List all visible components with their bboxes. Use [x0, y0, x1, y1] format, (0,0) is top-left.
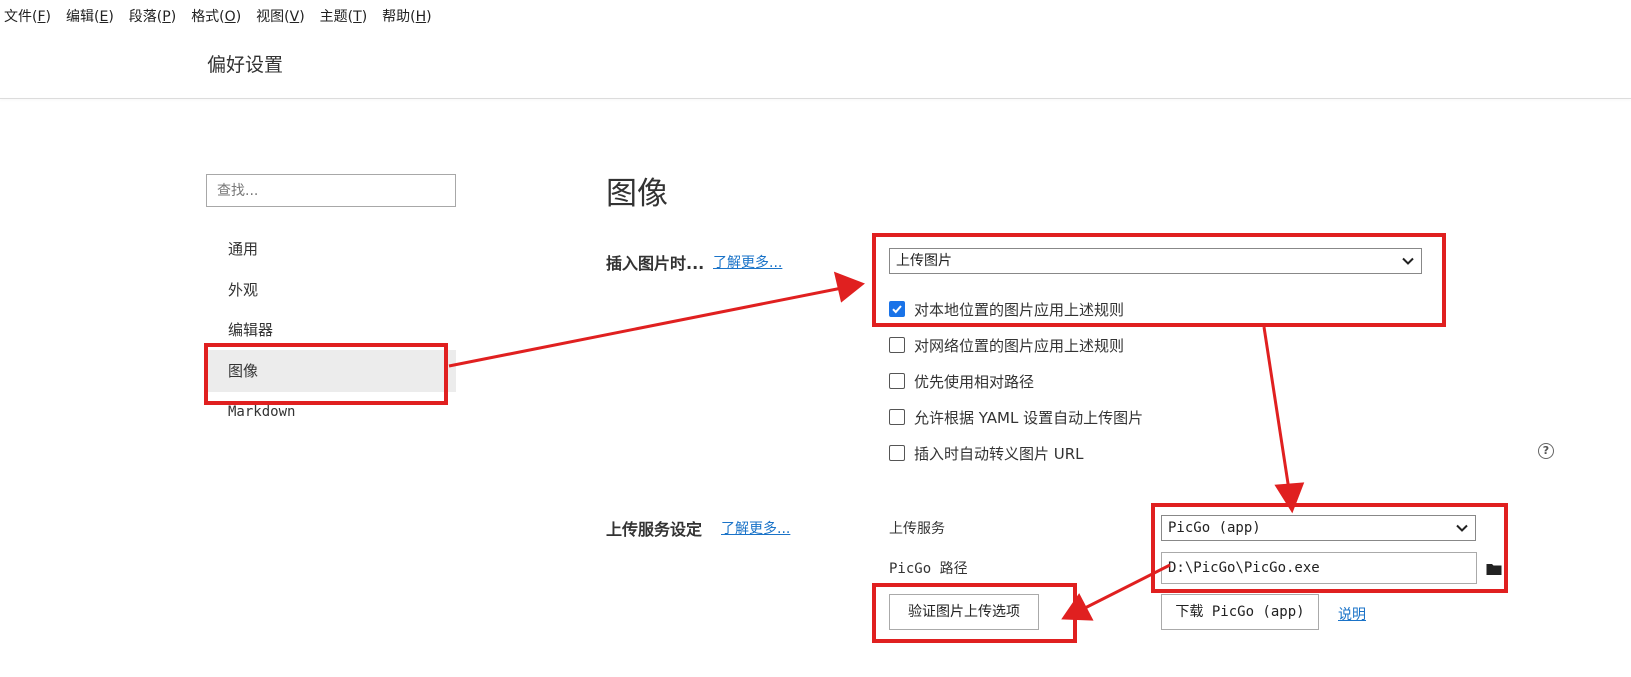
arrow-to-upload-service	[1262, 326, 1291, 491]
upload-service-label: 上传服务设定	[606, 520, 703, 539]
option-apply-network[interactable]: 对网络位置的图片应用上述规则	[889, 334, 1124, 356]
header-divider	[0, 98, 1631, 99]
menu-paragraph[interactable]: 段落(P)	[129, 6, 176, 30]
search-input[interactable]	[206, 174, 456, 207]
menu-help[interactable]: 帮助(H)	[382, 6, 431, 30]
menu-theme[interactable]: 主题(T)	[320, 6, 368, 30]
option-relative-path[interactable]: 优先使用相对路径	[889, 370, 1034, 392]
sidebar-item-appearance[interactable]: 外观	[206, 269, 456, 311]
checkbox[interactable]	[889, 373, 905, 389]
menu-file[interactable]: 文件(F)	[4, 6, 51, 30]
menu-edit[interactable]: 编辑(E)	[66, 6, 114, 30]
help-icon[interactable]: ?	[1538, 443, 1554, 459]
insert-learn-more-link[interactable]: 了解更多...	[713, 252, 782, 272]
explain-link[interactable]: 说明	[1338, 604, 1366, 624]
menu-bar: 文件(F) 编辑(E) 段落(P) 格式(O) 视图(V) 主题(T) 帮助(H…	[0, 6, 447, 30]
picgo-path-label: PicGo 路径	[889, 561, 968, 577]
option-label: 插入时自动转义图片 URL	[914, 444, 1084, 463]
checkbox[interactable]	[889, 445, 905, 461]
annotation-box-insert-settings	[872, 233, 1446, 327]
arrow-head	[833, 271, 865, 303]
annotation-box-verify-button	[872, 583, 1077, 643]
page-title: 偏好设置	[207, 54, 284, 76]
annotation-box-sidebar-image	[204, 343, 448, 405]
option-escape-url[interactable]: 插入时自动转义图片 URL	[889, 442, 1084, 464]
download-picgo-button[interactable]: 下载 PicGo (app)	[1161, 594, 1319, 630]
menu-format[interactable]: 格式(O)	[191, 6, 241, 30]
arrow-to-insert-settings	[448, 286, 843, 368]
option-yaml-upload[interactable]: 允许根据 YAML 设置自动上传图片	[889, 406, 1143, 428]
option-label: 允许根据 YAML 设置自动上传图片	[914, 408, 1144, 427]
option-label: 对网络位置的图片应用上述规则	[914, 336, 1125, 355]
option-label: 优先使用相对路径	[914, 372, 1035, 391]
annotation-box-upload-service	[1151, 503, 1508, 593]
upload-learn-more-link[interactable]: 了解更多...	[721, 518, 790, 538]
checkbox[interactable]	[889, 337, 905, 353]
section-title: 图像	[606, 176, 668, 212]
upload-service-field-label: 上传服务	[889, 521, 945, 537]
sidebar-item-general[interactable]: 通用	[206, 228, 456, 270]
checkbox[interactable]	[889, 409, 905, 425]
insert-image-label: 插入图片时...	[606, 254, 705, 273]
menu-view[interactable]: 视图(V)	[256, 6, 305, 30]
